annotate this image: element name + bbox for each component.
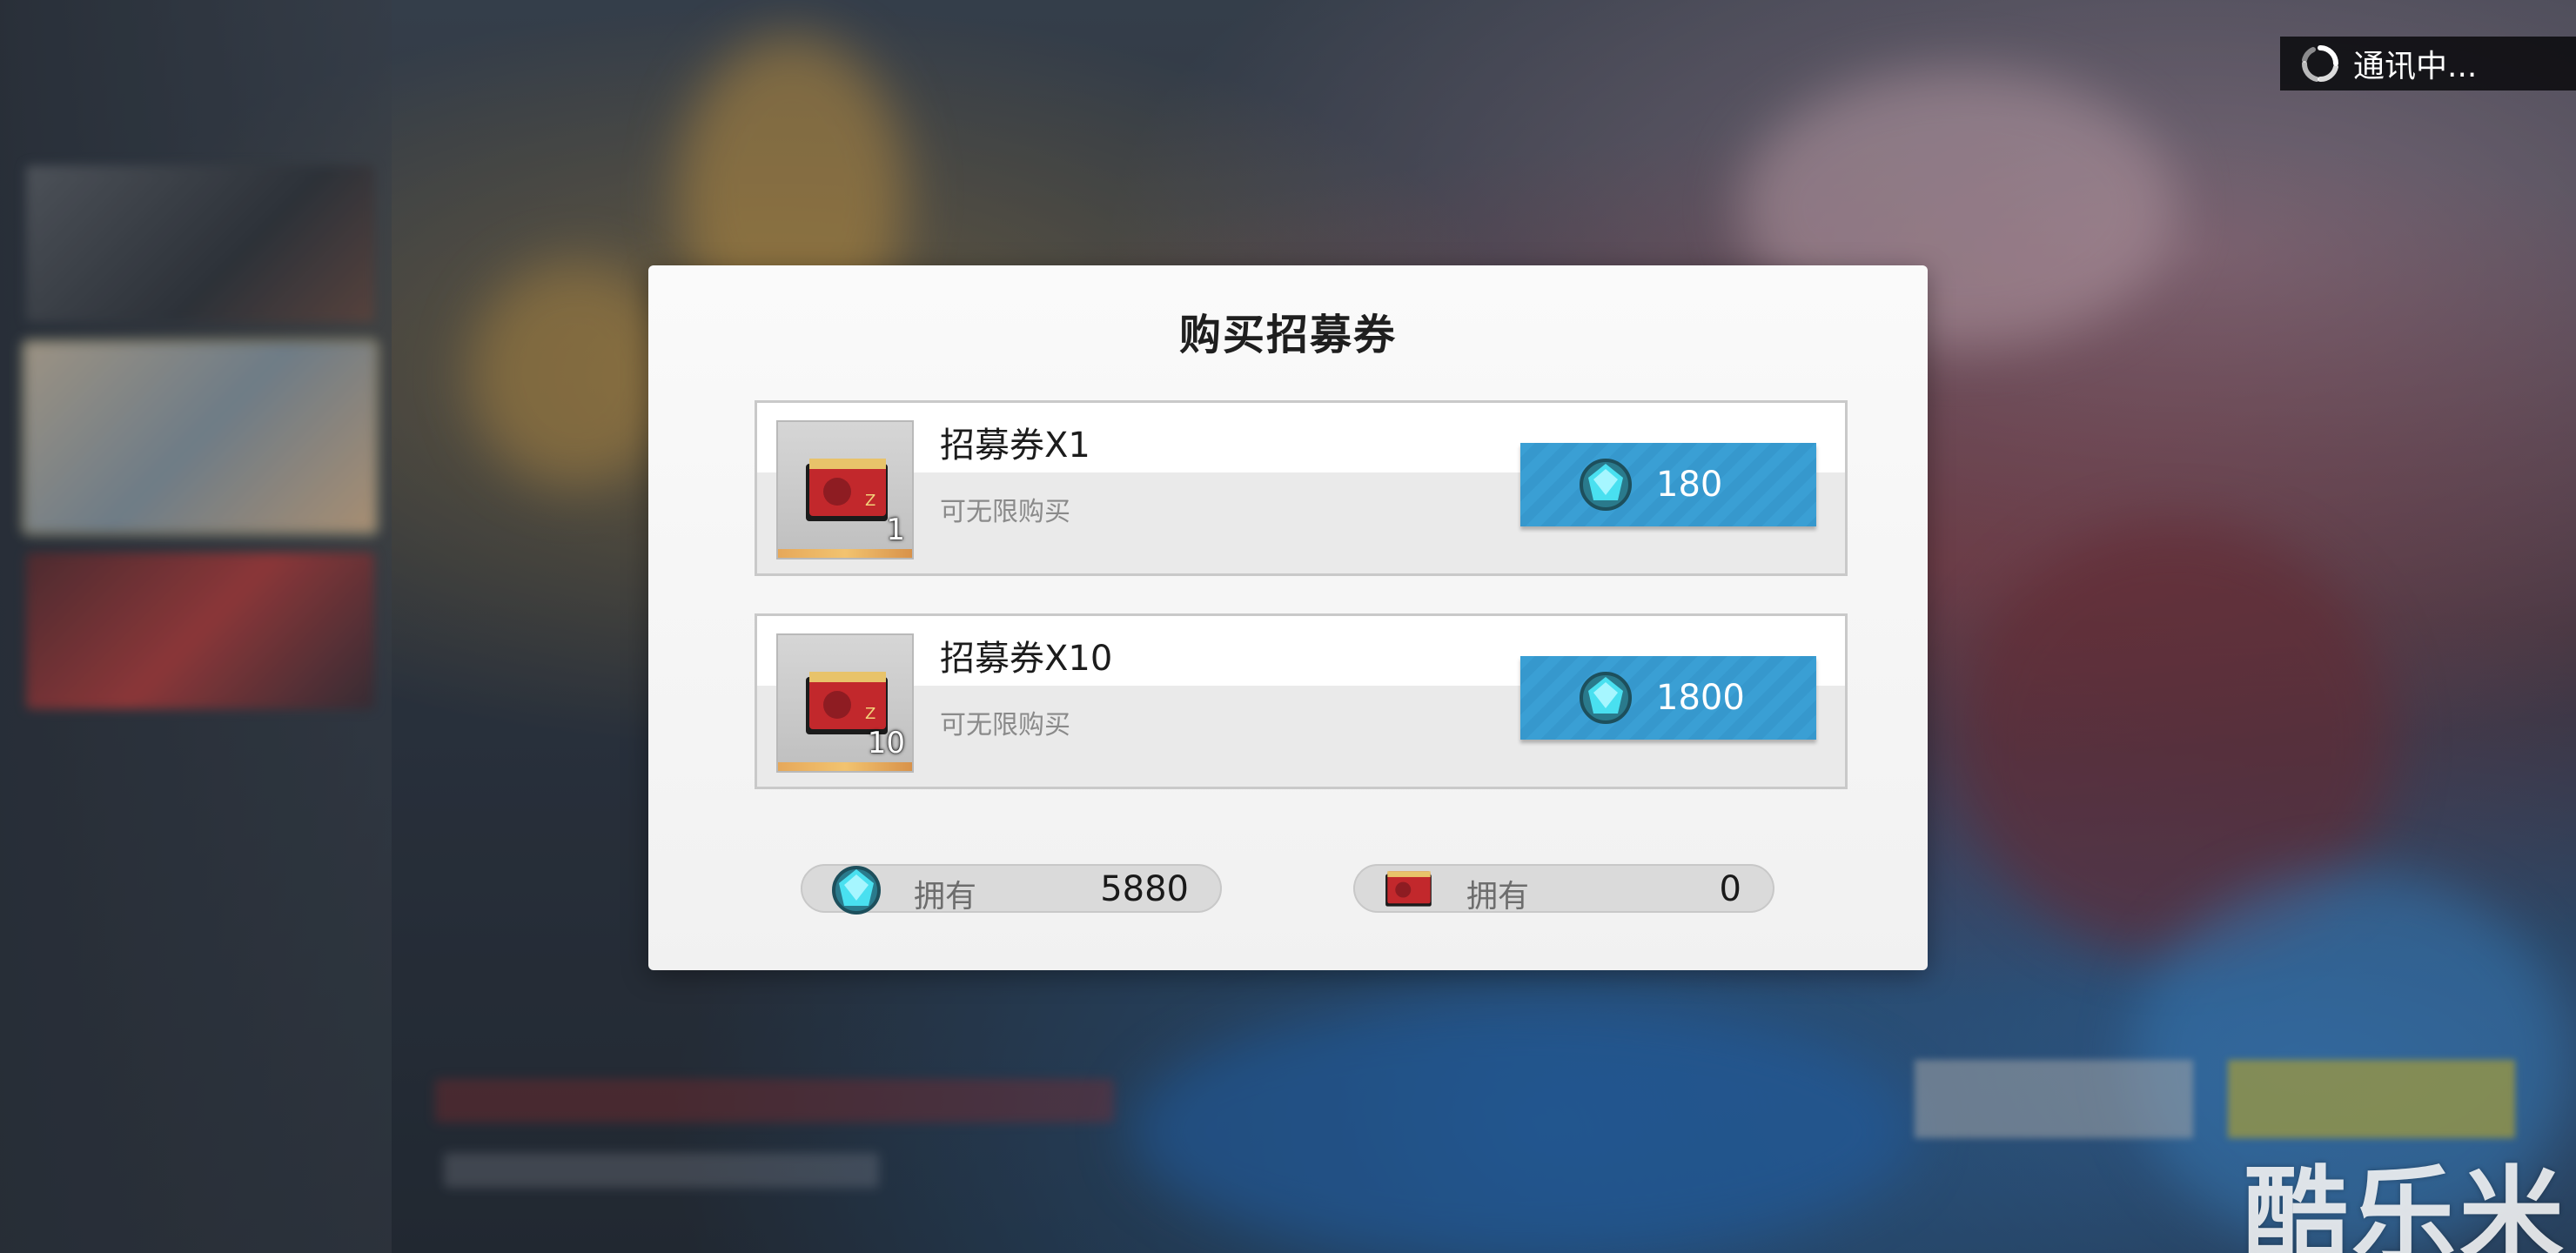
price-label: 1800 [1656,678,1745,718]
gem-icon [828,862,884,921]
gem-icon [1578,457,1633,513]
dialog-title: 购买招募券 [1178,311,1397,359]
owned-tickets-value: 0 [1719,869,1741,909]
gem-icon [1578,670,1633,726]
item-name: 招募券X10 [940,639,1113,679]
item-name: 招募券X1 [940,425,1090,466]
owned-tickets: 拥有 0 [1353,864,1774,915]
loading-spinner-icon [2296,44,2345,83]
recruit-ticket-icon [1381,869,1437,913]
recruit-ticket-thumbnail: Z 10 [776,633,914,773]
connection-status: 通讯中... [2280,37,2576,90]
svg-text:Z: Z [865,705,875,723]
watermark-logo: 酷乐米 [2244,1156,2567,1253]
recruit-ticket-thumbnail: Z 1 [776,420,914,559]
game-screen: 通讯中... 购买招募券 Z 1 招募券X1 可无限购买 180 Z 10 招募… [0,0,2576,1253]
item-purchase-limit: 可无限购买 [940,497,1070,527]
connection-status-text: 通讯中... [2353,49,2478,84]
shop-item-row: Z 10 招募券X10 可无限购买 1800 [755,613,1848,789]
item-purchase-limit: 可无限购买 [940,710,1070,740]
price-label: 180 [1656,465,1723,505]
svg-text:Z: Z [865,492,875,510]
owned-gems-value: 5880 [1100,869,1189,909]
item-quantity: 1 [886,513,905,547]
recruit-ticket-icon: Z [802,455,893,530]
item-quantity: 10 [867,726,905,761]
owned-label: 拥有 [914,879,977,915]
owned-label: 拥有 [1466,879,1530,915]
purchase-dialog: 购买招募券 Z 1 招募券X1 可无限购买 180 Z 10 招募券X10 可无… [648,265,1928,970]
owned-gems: 拥有 5880 [801,864,1222,915]
shop-item-row: Z 1 招募券X1 可无限购买 180 [755,400,1848,576]
buy-button-x1[interactable]: 180 [1520,443,1816,526]
buy-button-x10[interactable]: 1800 [1520,656,1816,740]
